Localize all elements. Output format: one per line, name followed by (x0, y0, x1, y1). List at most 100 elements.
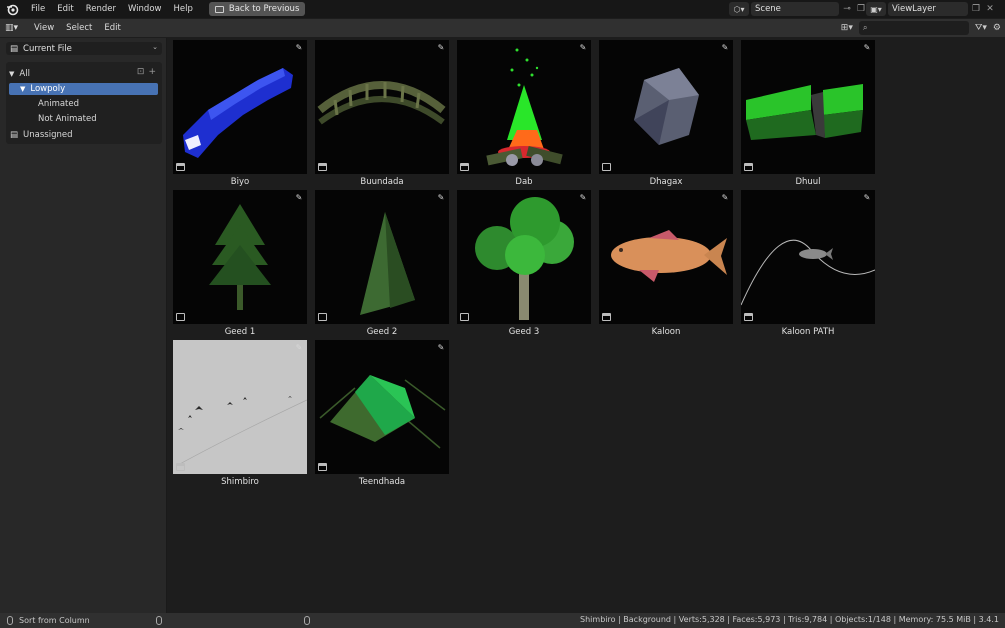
menu-edit-assets[interactable]: Edit (99, 23, 125, 33)
edit-asset-icon[interactable]: ✎ (720, 193, 730, 203)
asset-tile[interactable]: ✎ Kaloon PATH (741, 190, 875, 337)
asset-name: Geed 2 (366, 327, 398, 337)
asset-tile[interactable]: ✎ Teendhada (315, 340, 449, 487)
mouse-right-icon (304, 616, 310, 625)
collection-icon (318, 463, 327, 471)
catalog-item-not-animated[interactable]: Not Animated (9, 113, 158, 125)
asset-thumbnail[interactable]: ✎ (173, 340, 307, 474)
expand-triangle-icon[interactable]: ▼ (9, 70, 14, 78)
catalog-item-unassigned-label: Unassigned (23, 130, 73, 140)
chevron-down-icon: ⌄ (152, 43, 158, 51)
asset-tile[interactable]: ✎ Geed 3 (457, 190, 591, 337)
menu-edit[interactable]: Edit (51, 0, 79, 18)
catalog-item-all[interactable]: ▼ All (9, 68, 158, 80)
asset-name: Shimbiro (221, 477, 259, 487)
edit-asset-icon[interactable]: ✎ (436, 43, 446, 53)
collection-icon (460, 163, 469, 171)
edit-asset-icon[interactable]: ✎ (436, 343, 446, 353)
edit-asset-icon[interactable]: ✎ (294, 343, 304, 353)
header-right-tools: ⊞▾ ⌕ ⛛▾ ⚙ (841, 21, 1001, 35)
catalog-item-unassigned[interactable]: ▤ Unassigned (10, 130, 72, 140)
asset-thumbnail[interactable]: ✎ (315, 40, 449, 174)
asset-name: Kaloon PATH (781, 327, 835, 337)
mouse-middle-icon (156, 616, 162, 625)
asset-thumbnail[interactable]: ✎ (599, 40, 733, 174)
asset-name: Dhuul (795, 177, 821, 187)
display-mode-icon[interactable]: ⊞▾ (841, 21, 853, 35)
asset-thumbnail[interactable]: ✎ (315, 340, 449, 474)
view-layer-field[interactable]: ViewLayer (888, 2, 968, 16)
asset-thumbnail[interactable]: ✎ (741, 190, 875, 324)
asset-tile[interactable]: ✎ Kaloon (599, 190, 733, 337)
asset-thumbnail[interactable]: ✎ (457, 40, 591, 174)
asset-tile[interactable]: ✎ Geed 1 (173, 190, 307, 337)
expand-triangle-icon[interactable]: ▼ (20, 85, 25, 93)
edit-asset-icon[interactable]: ✎ (294, 193, 304, 203)
edit-asset-icon[interactable]: ✎ (578, 43, 588, 53)
catalog-item-animated[interactable]: Animated (9, 98, 158, 110)
new-view-layer-icon[interactable]: ❐ (970, 2, 982, 16)
menu-file[interactable]: File (25, 0, 51, 18)
catalog-item-animated-label: Animated (38, 99, 80, 109)
asset-name: Dab (515, 177, 533, 187)
mesh-icon (176, 313, 185, 321)
asset-name: Geed 3 (508, 327, 540, 337)
asset-library-label: Current File (23, 43, 72, 54)
scene-statistics: Shimbiro | Background | Verts:5,328 | Fa… (580, 615, 999, 624)
view-layer-selector: ▣▾ ViewLayer ❐ ✕ (866, 2, 996, 16)
scene-name-field[interactable]: Scene (751, 2, 839, 16)
collection-icon (176, 163, 185, 171)
edit-asset-icon[interactable]: ✎ (578, 193, 588, 203)
status-hint-text: Sort from Column (19, 616, 90, 625)
asset-tile[interactable]: ✎ Dab (457, 40, 591, 187)
search-input[interactable]: ⌕ (858, 21, 969, 35)
asset-thumbnail[interactable]: ✎ (741, 40, 875, 174)
asset-tile[interactable]: ✎ Dhuul (741, 40, 875, 187)
collection-icon (176, 463, 185, 471)
asset-tile[interactable]: ✎ Dhagax (599, 40, 733, 187)
scene-browse-icon[interactable]: ⬡▾ (729, 2, 749, 16)
asset-library-dropdown[interactable]: ▤ Current File ⌄ (6, 42, 162, 55)
asset-tile[interactable]: ✎ Buundada (315, 40, 449, 187)
filter-icon[interactable]: ⛛▾ (975, 21, 987, 35)
asset-thumbnail[interactable]: ✎ (173, 190, 307, 324)
screen-icon (214, 5, 224, 13)
edit-asset-icon[interactable]: ✎ (862, 43, 872, 53)
asset-thumbnail[interactable]: ✎ (315, 190, 449, 324)
menu-help[interactable]: Help (167, 0, 198, 18)
asset-thumbnail[interactable]: ✎ (599, 190, 733, 324)
asset-name: Kaloon (651, 327, 681, 337)
asset-grid: ✎ Biyo ✎ Buundada ✎ Dab ✎ Dhagax ✎ Dhuul… (167, 38, 1005, 613)
asset-tile[interactable]: ✎ Geed 2 (315, 190, 449, 337)
edit-asset-icon[interactable]: ✎ (436, 193, 446, 203)
asset-name: Buundada (360, 177, 404, 187)
menu-view[interactable]: View (29, 23, 59, 33)
view-layer-browse-icon[interactable]: ▣▾ (866, 2, 886, 16)
editor-type-icon[interactable]: ▥▾ (5, 21, 27, 35)
catalog-sidebar: ▤ Current File ⌄ ⊡ + ▼ All ▼ Lowpoly Ani… (0, 38, 167, 613)
asset-browser-header: ▥▾ View Select Edit ⊞▾ ⌕ ⛛▾ ⚙ (0, 19, 1005, 37)
settings-gear-icon[interactable]: ⚙ (993, 21, 1001, 35)
catalog-item-lowpoly[interactable]: ▼ Lowpoly (9, 83, 158, 95)
pin-icon[interactable]: ⊸ (841, 2, 853, 16)
mesh-icon (602, 163, 611, 171)
edit-asset-icon[interactable]: ✎ (294, 43, 304, 53)
edit-asset-icon[interactable]: ✎ (720, 43, 730, 53)
delete-view-layer-icon[interactable]: ✕ (984, 2, 996, 16)
collection-icon (318, 163, 327, 171)
menu-render[interactable]: Render (80, 0, 122, 18)
asset-name: Geed 1 (224, 327, 256, 337)
asset-name: Biyo (230, 177, 250, 187)
back-to-previous-button[interactable]: Back to Previous (208, 2, 306, 16)
menu-window[interactable]: Window (122, 0, 168, 18)
scene-selector: ⬡▾ Scene ⊸ ❐ ✕ (729, 2, 881, 16)
blender-logo-icon[interactable] (5, 2, 19, 16)
asset-thumbnail[interactable]: ✎ (457, 190, 591, 324)
asset-tile[interactable]: ✎ Biyo (173, 40, 307, 187)
asset-thumbnail[interactable]: ✎ (173, 40, 307, 174)
catalog-item-all-label: All (19, 69, 30, 79)
edit-asset-icon[interactable]: ✎ (862, 193, 872, 203)
asset-tile[interactable]: ✎ Shimbiro (173, 340, 307, 487)
menu-select[interactable]: Select (61, 23, 97, 33)
catalog-item-lowpoly-label: Lowpoly (30, 84, 66, 94)
